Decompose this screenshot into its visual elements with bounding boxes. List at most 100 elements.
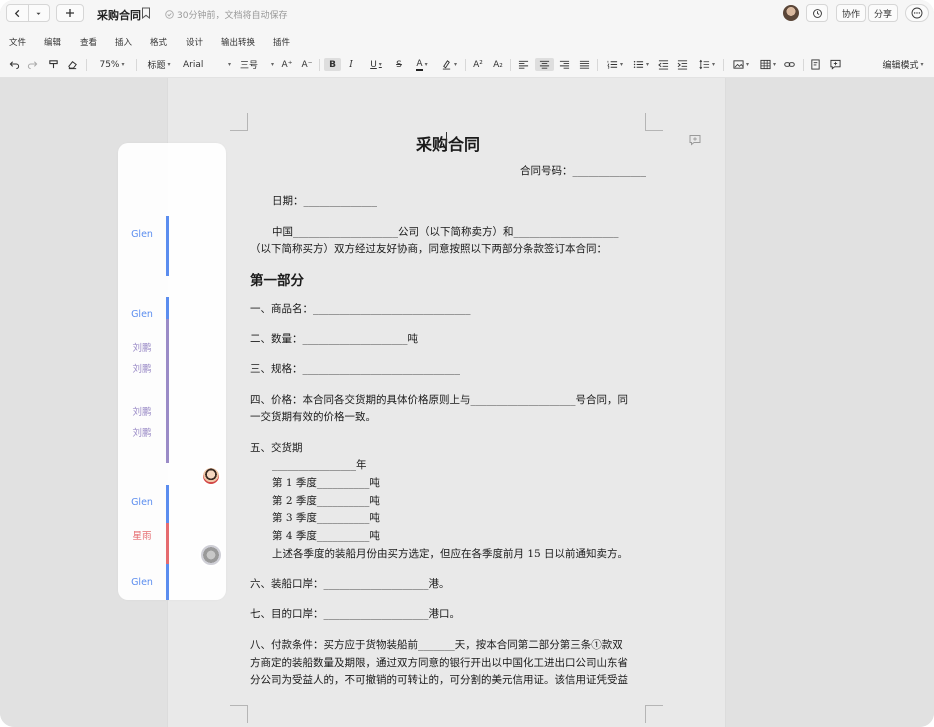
contract-number-line[interactable]: 合同号码：______________ <box>520 163 646 180</box>
document-title[interactable]: 采购合同 <box>97 7 141 23</box>
italic-button[interactable]: I <box>344 58 358 71</box>
align-right-button[interactable] <box>558 58 571 71</box>
author-label[interactable]: 刘鹏 <box>118 404 166 418</box>
align-center-button[interactable] <box>535 58 554 71</box>
bullet-list-button[interactable]: ▾ <box>630 58 652 71</box>
clause-line[interactable]: 分公司为受益人的，不可撤销的可转让的，可分割的美元信用证。该信用证凭受益 <box>250 672 628 689</box>
user-avatar[interactable] <box>783 5 799 21</box>
font-family-select[interactable]: Arial ▾ <box>183 58 231 71</box>
clause-line[interactable]: 六、装船口岸：____________________港。 <box>250 576 450 593</box>
more-button[interactable] <box>905 4 929 22</box>
new-document-button[interactable] <box>56 4 84 22</box>
clause-line[interactable]: 一交货期有效的价格一致。 <box>250 409 376 426</box>
author-bar[interactable] <box>166 523 169 564</box>
decrease-font-button[interactable]: A⁻ <box>300 58 314 71</box>
history-button[interactable] <box>806 4 828 22</box>
clear-format-button[interactable] <box>66 58 78 71</box>
document-canvas[interactable]: 采购合同 合同号码：______________ 日期：____________… <box>0 78 934 727</box>
decrease-indent-button[interactable] <box>657 58 670 71</box>
clause-line[interactable]: 第 4 季度__________吨 <box>272 528 380 545</box>
page-settings-icon <box>811 59 820 70</box>
author-bar[interactable] <box>166 297 169 319</box>
bookmark-icon[interactable] <box>141 7 151 19</box>
clause-line[interactable]: 第 3 季度__________吨 <box>272 510 380 527</box>
date-line[interactable]: 日期：______________ <box>272 193 377 210</box>
author-label[interactable]: Glen <box>118 309 166 320</box>
menu-design[interactable]: 设计 <box>186 36 203 48</box>
line-spacing-button[interactable]: ▾ <box>696 58 718 71</box>
font-size-value: 三号 <box>240 61 259 71</box>
undo-button[interactable] <box>8 58 20 71</box>
chevron-down-icon[interactable] <box>29 5 50 21</box>
author-label[interactable]: Glen <box>118 229 166 240</box>
comment-add-icon <box>830 59 841 70</box>
clause-line[interactable]: 四、价格：本合同各交货期的具体价格原则上与___________________… <box>250 392 628 409</box>
author-label[interactable]: Glen <box>118 577 166 588</box>
collaborator-avatar[interactable] <box>199 543 223 567</box>
clause-line[interactable]: 上述各季度的装船月份由买方选定，但应在各季度前月 15 日以前通知卖方。 <box>272 546 628 563</box>
clause-line[interactable]: 第 1 季度__________吨 <box>272 475 380 492</box>
author-bar[interactable] <box>166 564 169 600</box>
clause-line[interactable]: 三、规格：______________________________ <box>250 361 460 378</box>
page-settings-button[interactable] <box>809 58 822 71</box>
chevron-down-icon: ▾ <box>745 61 749 68</box>
author-bar[interactable] <box>166 485 169 523</box>
menu-plugins[interactable]: 插件 <box>273 36 290 48</box>
clause-line[interactable]: 第 2 季度__________吨 <box>272 493 380 510</box>
superscript-button[interactable]: A² <box>471 58 485 71</box>
collaborate-button[interactable]: 协作 <box>836 4 866 22</box>
redo-button[interactable] <box>26 58 38 71</box>
insert-image-button[interactable]: ▾ <box>730 58 752 71</box>
section-heading[interactable]: 第一部分 <box>250 269 304 289</box>
clause-line[interactable]: 方商定的装船数量及期限，通过双方同意的银行开出以中国化工进出口公司山东省 <box>250 655 628 672</box>
bold-button[interactable]: B <box>324 58 341 71</box>
author-bar[interactable] <box>166 297 169 463</box>
author-label[interactable]: 刘鹏 <box>118 340 166 354</box>
font-color-button[interactable]: A ▾ <box>411 58 433 71</box>
insert-link-button[interactable] <box>783 58 796 71</box>
clause-line[interactable]: 七、目的口岸：____________________港口。 <box>250 606 460 623</box>
format-painter-button[interactable] <box>47 58 59 71</box>
paragraph-style-select[interactable]: 标题 ▾ <box>146 58 172 71</box>
document-page[interactable]: 采购合同 合同号码：______________ 日期：____________… <box>167 78 726 727</box>
author-label[interactable]: 刘鹏 <box>118 425 166 439</box>
back-icon[interactable] <box>7 5 28 21</box>
share-button[interactable]: 分享 <box>868 4 898 22</box>
collaborator-avatar[interactable] <box>201 466 221 486</box>
font-size-select[interactable]: 三号 ▾ <box>240 58 274 71</box>
justify-button[interactable] <box>578 58 591 71</box>
clause-line[interactable]: 一、商品名：______________________________ <box>250 301 471 318</box>
comment-add-icon[interactable] <box>689 134 701 146</box>
clause-line[interactable]: ________________年 <box>272 457 367 474</box>
menu-insert[interactable]: 插入 <box>115 36 132 48</box>
add-comment-button[interactable] <box>829 58 842 71</box>
author-label[interactable]: Glen <box>118 497 166 508</box>
menu-file[interactable]: 文件 <box>9 36 26 48</box>
menu-format[interactable]: 格式 <box>150 36 167 48</box>
back-button-group[interactable] <box>6 4 50 22</box>
parties-line[interactable]: （以下简称买方）双方经过友好协商，同意按照以下两部分条款签订本合同： <box>250 241 607 258</box>
format-toolbar: 75% ▾ 标题 ▾ Arial ▾ 三号 ▾ A⁺ A⁻ B I U ▾ S A ▾ ▾ … <box>0 52 934 78</box>
edit-mode-select[interactable]: 编辑模式 ▾ <box>880 58 926 71</box>
clause-line[interactable]: 二、数量：____________________吨 <box>250 331 418 348</box>
parties-line[interactable]: 中国____________________公司（以下简称卖方）和_______… <box>272 224 619 241</box>
clause-line[interactable]: 五、交货期 <box>250 440 303 457</box>
menu-edit[interactable]: 编辑 <box>44 36 61 48</box>
strikethrough-button[interactable]: S <box>392 58 406 71</box>
insert-table-button[interactable]: ▾ <box>757 58 779 71</box>
align-left-button[interactable] <box>517 58 530 71</box>
ordered-list-button[interactable]: ▾ <box>604 58 626 71</box>
subscript-button[interactable]: A₂ <box>491 58 505 71</box>
zoom-select[interactable]: 75% ▾ <box>96 58 128 71</box>
clause-line[interactable]: 八、付款条件：买方应于货物装船前_______天，按本合同第二部分第三条①款双 <box>250 637 623 654</box>
author-bar[interactable] <box>166 216 169 276</box>
author-label[interactable]: 星雨 <box>118 528 166 542</box>
highlight-button[interactable]: ▾ <box>438 58 460 71</box>
underline-button[interactable]: U ▾ <box>366 58 386 71</box>
document-heading[interactable]: 采购合同 <box>250 131 646 155</box>
increase-indent-button[interactable] <box>676 58 689 71</box>
author-label[interactable]: 刘鹏 <box>118 361 166 375</box>
menu-export[interactable]: 输出转换 <box>221 36 255 48</box>
menu-view[interactable]: 查看 <box>80 36 97 48</box>
increase-font-button[interactable]: A⁺ <box>280 58 294 71</box>
